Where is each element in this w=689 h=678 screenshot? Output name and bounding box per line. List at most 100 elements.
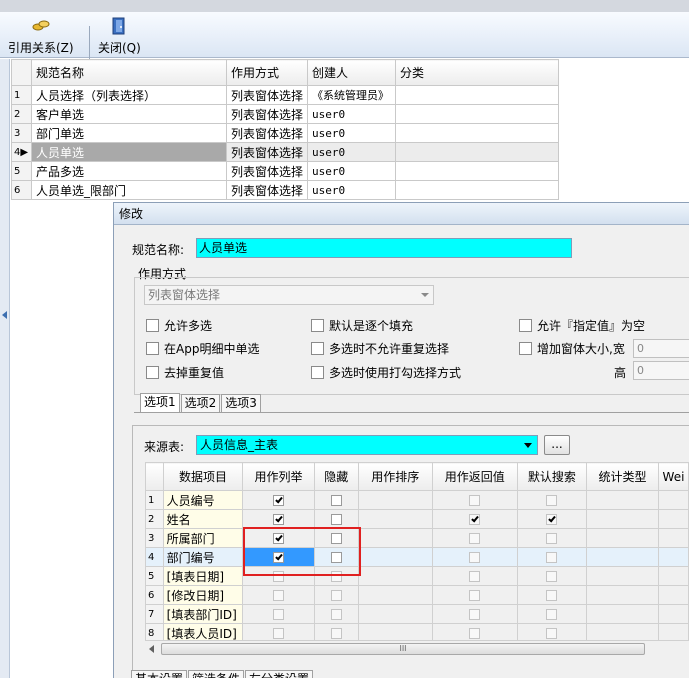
hide-checkbox[interactable] bbox=[330, 495, 342, 506]
list-checkbox-cell[interactable] bbox=[242, 490, 315, 510]
enlarge-window-checkbox[interactable]: 增加窗体大小,宽 bbox=[519, 340, 625, 357]
single-in-detail-checkbox[interactable]: 在App明细中单选 bbox=[146, 340, 259, 357]
column-header[interactable]: 用作列举 bbox=[242, 462, 315, 491]
ret-checkbox[interactable] bbox=[469, 571, 481, 582]
spec-name-input[interactable]: 人员单选 bbox=[196, 238, 572, 258]
creator-cell[interactable]: user0 bbox=[307, 161, 397, 181]
scroll-left-icon[interactable] bbox=[149, 645, 154, 653]
hide-checkbox[interactable] bbox=[330, 514, 342, 525]
mode-cell[interactable]: 列表窗体选择 bbox=[225, 123, 309, 143]
sort-checkbox-cell[interactable] bbox=[357, 528, 433, 548]
hide-checkbox-cell[interactable] bbox=[313, 585, 359, 605]
creator-cell[interactable]: user0 bbox=[307, 123, 397, 143]
stat-type-cell[interactable] bbox=[585, 490, 660, 510]
tab-option3[interactable]: 选项3 bbox=[221, 394, 261, 412]
stat-type-cell[interactable] bbox=[585, 528, 660, 548]
close-button[interactable]: 关闭(Q) bbox=[98, 16, 141, 56]
search-checkbox-cell[interactable] bbox=[516, 509, 587, 529]
search-checkbox-cell[interactable] bbox=[516, 585, 587, 605]
mode-cell[interactable]: 列表窗体选择 bbox=[225, 104, 309, 124]
search-checkbox-cell[interactable] bbox=[516, 604, 587, 624]
grid-row[interactable]: 5 [填表日期] bbox=[145, 566, 689, 586]
ret-checkbox-cell[interactable] bbox=[431, 509, 518, 529]
list-checkbox-cell[interactable] bbox=[242, 604, 315, 624]
no-dup-multi-checkbox[interactable]: 多选时不允许重复选择 bbox=[311, 340, 449, 357]
hide-checkbox[interactable] bbox=[330, 628, 342, 639]
extra-cell[interactable] bbox=[658, 528, 689, 548]
search-checkbox[interactable] bbox=[546, 514, 558, 525]
spec-name-cell[interactable]: 部门单选 bbox=[31, 123, 227, 143]
ret-checkbox-cell[interactable] bbox=[431, 604, 518, 624]
extra-cell[interactable] bbox=[658, 547, 689, 567]
tick-mode-checkbox[interactable]: 多选时使用打勾选择方式 bbox=[311, 364, 461, 381]
mode-cell[interactable]: 列表窗体选择 bbox=[225, 180, 309, 200]
scroll-thumb[interactable]: III bbox=[161, 643, 645, 655]
dedupe-checkbox[interactable]: 去掉重复值 bbox=[146, 364, 224, 381]
mode-select[interactable]: 列表窗体选择 bbox=[144, 285, 434, 305]
ret-checkbox[interactable] bbox=[469, 533, 481, 544]
list-checkbox[interactable] bbox=[273, 590, 285, 601]
list-checkbox[interactable] bbox=[273, 628, 285, 639]
grid-row[interactable]: 6 [修改日期] bbox=[145, 585, 689, 605]
column-header[interactable]: 用作返回值 bbox=[431, 462, 518, 491]
column-header[interactable]: 作用方式 bbox=[225, 59, 309, 86]
category-cell[interactable] bbox=[395, 180, 560, 200]
column-header[interactable]: 隐藏 bbox=[313, 462, 359, 491]
hide-checkbox[interactable] bbox=[330, 609, 342, 620]
data-item-cell[interactable]: 姓名 bbox=[162, 509, 244, 529]
tab-left-category[interactable]: 左分类设置 bbox=[245, 670, 314, 678]
category-cell[interactable] bbox=[395, 123, 560, 143]
column-header[interactable]: 用作排序 bbox=[357, 462, 433, 491]
search-checkbox[interactable] bbox=[546, 552, 558, 563]
list-checkbox[interactable] bbox=[273, 495, 285, 506]
stat-type-cell[interactable] bbox=[585, 547, 660, 567]
list-checkbox-cell[interactable] bbox=[242, 509, 315, 529]
extra-cell[interactable] bbox=[658, 509, 689, 529]
stat-type-cell[interactable] bbox=[585, 509, 660, 529]
search-checkbox[interactable] bbox=[546, 609, 558, 620]
tab-filter[interactable]: 筛选条件 bbox=[188, 670, 245, 678]
source-table-select[interactable]: 人员信息_主表 bbox=[196, 435, 538, 455]
ret-checkbox-cell[interactable] bbox=[431, 528, 518, 548]
table-row-selected[interactable]: 4▶ 人员单选 列表窗体选择 user0 bbox=[11, 142, 560, 162]
hide-checkbox-cell[interactable] bbox=[313, 509, 359, 529]
grid-row-selected[interactable]: 4 部门编号 bbox=[145, 547, 689, 567]
sort-checkbox-cell[interactable] bbox=[357, 509, 433, 529]
search-checkbox[interactable] bbox=[546, 571, 558, 582]
ret-checkbox-cell[interactable] bbox=[431, 585, 518, 605]
column-header[interactable]: Wei bbox=[658, 462, 689, 491]
category-cell[interactable] bbox=[395, 161, 560, 181]
sort-checkbox-cell[interactable] bbox=[357, 547, 433, 567]
table-row[interactable]: 3 部门单选 列表窗体选择 user0 bbox=[11, 123, 560, 143]
hide-checkbox-cell[interactable] bbox=[313, 490, 359, 510]
ret-checkbox[interactable] bbox=[469, 514, 481, 525]
table-row[interactable]: 2 客户单选 列表窗体选择 user0 bbox=[11, 104, 560, 124]
ret-checkbox[interactable] bbox=[469, 628, 481, 639]
extra-cell[interactable] bbox=[658, 585, 689, 605]
ret-checkbox-cell[interactable] bbox=[431, 547, 518, 567]
stat-type-cell[interactable] bbox=[585, 585, 660, 605]
ret-checkbox-cell[interactable] bbox=[431, 490, 518, 510]
category-cell[interactable] bbox=[395, 85, 560, 105]
spec-name-cell[interactable]: 产品多选 bbox=[31, 161, 227, 181]
table-row[interactable]: 6 人员单选_限部门 列表窗体选择 user0 bbox=[11, 180, 560, 200]
category-cell[interactable] bbox=[395, 104, 560, 124]
ret-checkbox[interactable] bbox=[469, 552, 481, 563]
spec-name-cell[interactable]: 客户单选 bbox=[31, 104, 227, 124]
data-item-cell[interactable]: [填表部门ID] bbox=[162, 604, 244, 624]
search-checkbox[interactable] bbox=[546, 590, 558, 601]
column-header[interactable]: 规范名称 bbox=[31, 59, 227, 86]
mode-cell[interactable]: 列表窗体选择 bbox=[225, 85, 309, 105]
creator-cell[interactable]: user0 bbox=[307, 180, 397, 200]
data-item-cell[interactable]: 部门编号 bbox=[162, 547, 244, 567]
sort-checkbox-cell[interactable] bbox=[357, 604, 433, 624]
tab-option2[interactable]: 选项2 bbox=[180, 394, 221, 412]
collapse-arrow-icon[interactable] bbox=[2, 311, 7, 319]
spec-name-cell[interactable]: 人员选择（列表选择） bbox=[31, 85, 227, 105]
left-splitter[interactable] bbox=[0, 59, 10, 678]
column-header[interactable]: 分类 bbox=[395, 59, 560, 86]
mode-cell[interactable]: 列表窗体选择 bbox=[225, 142, 309, 162]
category-cell[interactable] bbox=[395, 142, 560, 162]
allow-multi-checkbox[interactable]: 允许多选 bbox=[146, 317, 212, 334]
creator-cell[interactable]: user0 bbox=[307, 142, 397, 162]
